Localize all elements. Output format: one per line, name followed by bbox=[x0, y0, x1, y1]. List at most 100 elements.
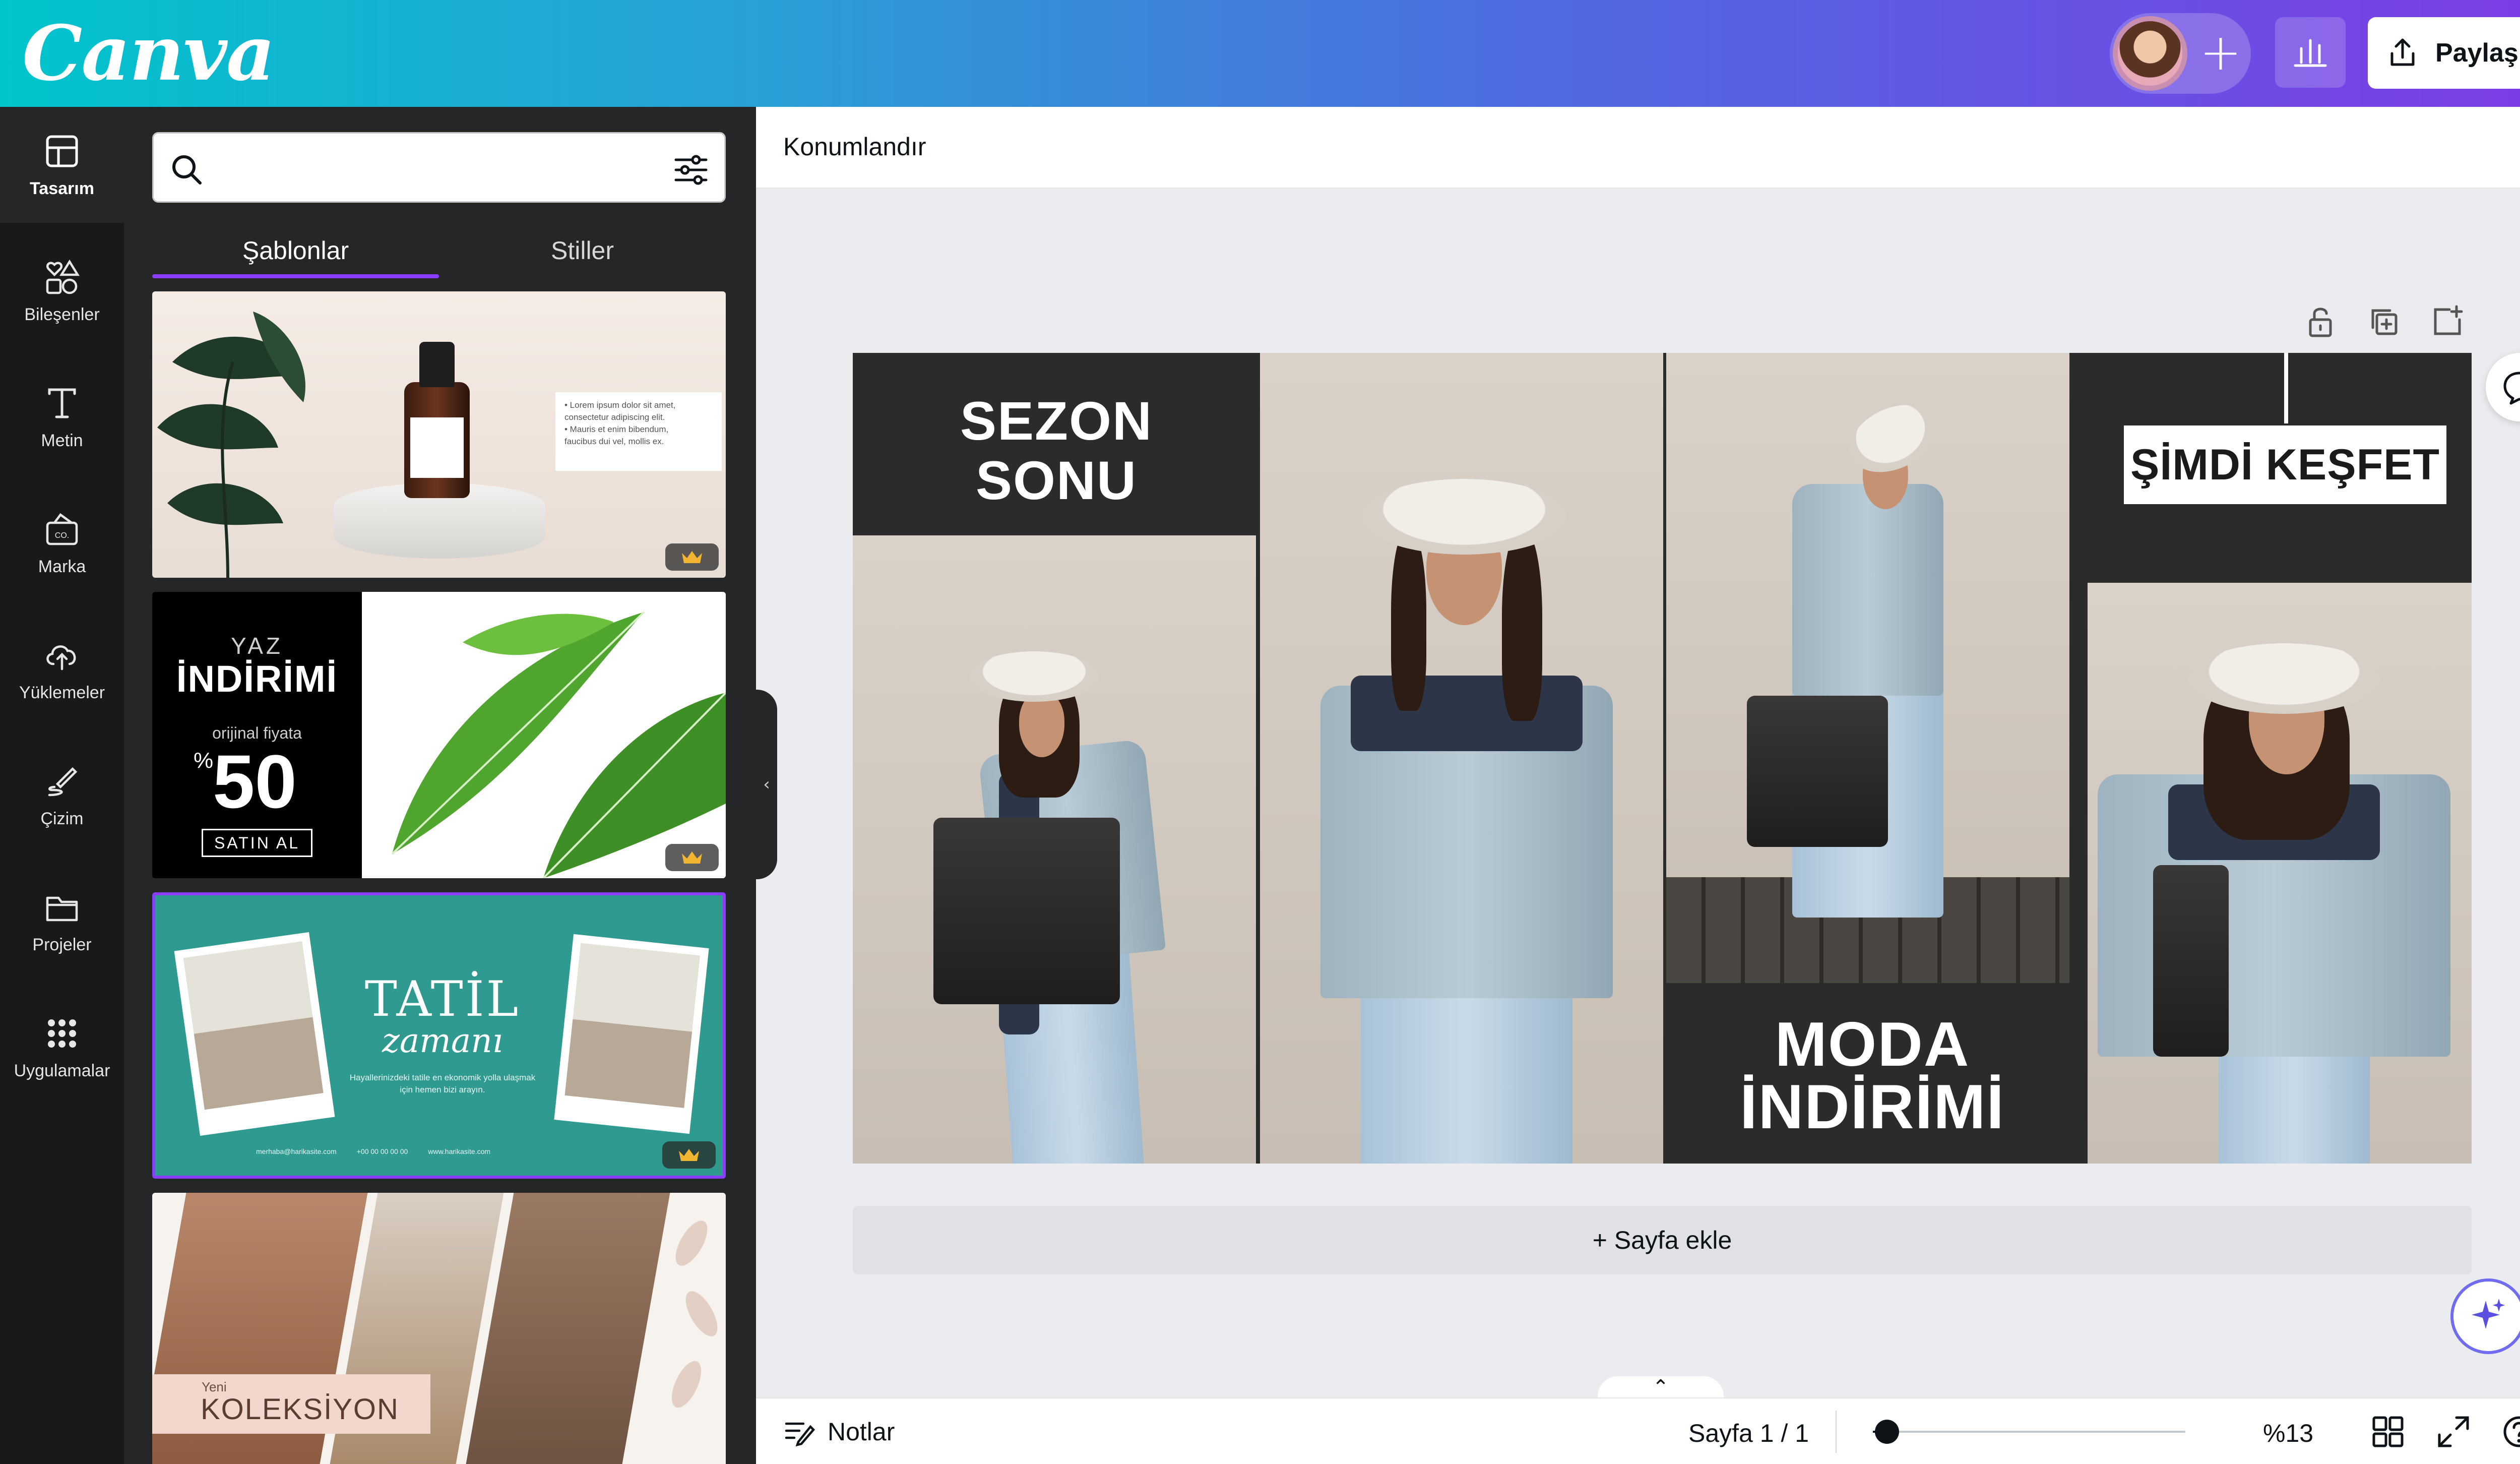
left-rail: Tasarım Bileşenler Metin CO. Marka Yükle… bbox=[0, 107, 124, 1464]
page-indicator[interactable]: Sayfa 1 / 1 bbox=[1688, 1419, 1809, 1448]
plus-icon[interactable]: + bbox=[2195, 27, 2246, 78]
note-line: consectetur adipiscing elit. bbox=[564, 412, 665, 422]
sale-cta: SATIN AL bbox=[202, 829, 312, 857]
cta-box[interactable]: ŞİMDİ KEŞFET bbox=[2124, 425, 2446, 504]
context-toolbar: Konumlandır bbox=[756, 107, 2520, 189]
zoom-level[interactable]: %13 bbox=[2263, 1419, 2313, 1448]
add-comment-button[interactable] bbox=[2486, 353, 2520, 421]
sale-percent-sign: % bbox=[194, 748, 214, 773]
fashion-photo bbox=[466, 1193, 670, 1464]
rail-label: Tasarım bbox=[30, 178, 94, 198]
template-thumbnail-koleksiyon[interactable]: Yeni KOLEKSİYON bbox=[152, 1193, 726, 1464]
design-column-1: SEZON SONU bbox=[853, 353, 1260, 1164]
zoom-slider[interactable] bbox=[1873, 1420, 2185, 1444]
design-page[interactable]: SEZON SONU MODA İNDİRİMİ ŞİMDİ KEŞFET bbox=[853, 353, 2472, 1164]
template-notes: • Lorem ipsum dolor sit amet, consectetu… bbox=[555, 392, 722, 471]
contact-phone: +00 00 00 00 00 bbox=[356, 1147, 408, 1155]
rail-label: Çizim bbox=[40, 809, 84, 828]
design-column-3: MODA İNDİRİMİ bbox=[1663, 353, 2082, 1164]
avatar[interactable] bbox=[2113, 16, 2187, 91]
sale-title: İNDİRİMİ bbox=[176, 658, 338, 700]
travel-title: TATİL bbox=[364, 971, 521, 1027]
unlock-icon[interactable] bbox=[2300, 301, 2341, 342]
cta-hanger-line bbox=[2284, 353, 2288, 423]
filter-icon[interactable] bbox=[672, 151, 710, 189]
collaborators-group[interactable]: + bbox=[2110, 13, 2251, 94]
rail-item-text[interactable]: Metin bbox=[0, 359, 124, 475]
crown-icon bbox=[679, 1149, 699, 1161]
photo-woman-bag[interactable] bbox=[853, 535, 1256, 1164]
rail-label: Uygulamalar bbox=[14, 1061, 110, 1080]
rail-item-apps[interactable]: Uygulamalar bbox=[0, 989, 124, 1105]
template-search[interactable] bbox=[152, 132, 726, 203]
photo-woman-standing[interactable] bbox=[1666, 353, 2069, 983]
chevron-left-icon: ‹ bbox=[763, 774, 770, 795]
note-line: • Lorem ipsum dolor sit amet, bbox=[564, 400, 676, 410]
duplicate-page-icon[interactable] bbox=[2364, 301, 2404, 342]
template-thumbnail-serum[interactable]: • Lorem ipsum dolor sit amet, consectetu… bbox=[152, 291, 726, 578]
analytics-icon bbox=[2294, 39, 2327, 67]
position-button[interactable]: Konumlandır bbox=[783, 132, 926, 161]
headline-line: İNDİRİMİ bbox=[1740, 1072, 2005, 1142]
rail-item-brand[interactable]: CO. Marka bbox=[0, 485, 124, 601]
canva-logo[interactable]: Canva bbox=[22, 9, 275, 98]
design-column-4: ŞİMDİ KEŞFET bbox=[2082, 353, 2472, 1164]
travel-description: Hayallerinizdeki tatile en ekonomik yoll… bbox=[349, 1073, 536, 1094]
rail-item-projects[interactable]: Projeler bbox=[0, 863, 124, 979]
crown-icon bbox=[682, 551, 702, 563]
template-thumbnail-tatil[interactable]: TATİL zamanı Hayallerinizdeki tatile en … bbox=[152, 892, 726, 1179]
contact-web: www.harikasite.com bbox=[428, 1147, 491, 1155]
rail-item-uploads[interactable]: Yüklemeler bbox=[0, 611, 124, 727]
apps-grid-icon bbox=[48, 1019, 76, 1048]
rail-item-elements[interactable]: Bileşenler bbox=[0, 233, 124, 349]
panel-tabs: Şablonlar Stiller bbox=[152, 223, 726, 278]
rail-label: Yüklemeler bbox=[19, 683, 105, 702]
rail-item-design[interactable]: Tasarım bbox=[0, 107, 124, 223]
fullscreen-icon[interactable] bbox=[2434, 1413, 2473, 1451]
notes-label: Notlar bbox=[828, 1418, 895, 1446]
rail-label: Bileşenler bbox=[24, 304, 100, 324]
design-column-2 bbox=[1260, 353, 1663, 1164]
headline-moda-indirimi[interactable]: MODA İNDİRİMİ bbox=[1663, 1013, 2082, 1138]
share-icon bbox=[2390, 38, 2415, 66]
top-header: Canva + Paylaş bbox=[0, 0, 2520, 107]
collapse-panel-handle[interactable]: ‹ bbox=[756, 690, 777, 879]
travel-subtitle: zamanı bbox=[382, 1021, 503, 1060]
add-page-button[interactable]: + Sayfa ekle bbox=[853, 1206, 2472, 1274]
page-strip-toggle[interactable]: ⌃ bbox=[1598, 1376, 1724, 1399]
headline-line: MODA bbox=[1775, 1010, 1970, 1079]
magic-assistant-button[interactable] bbox=[2450, 1278, 2520, 1354]
crown-icon bbox=[682, 851, 702, 864]
zoom-slider-handle[interactable] bbox=[1875, 1420, 1900, 1444]
grid-view-icon[interactable] bbox=[2369, 1413, 2407, 1451]
headline-line: SEZON bbox=[960, 390, 1153, 451]
cta-label: ŞİMDİ KEŞFET bbox=[2130, 440, 2440, 489]
premium-crown-badge bbox=[665, 844, 719, 871]
tab-templates[interactable]: Şablonlar bbox=[152, 223, 439, 278]
sale-value: 50 bbox=[213, 739, 297, 824]
rail-label: Marka bbox=[38, 557, 86, 576]
sale-text-block: YAZ İNDİRİMİ orijinal fiyata % 50 SATIN … bbox=[152, 592, 362, 878]
template-thumbnail-yaz-indirimi[interactable]: YAZ İNDİRİMİ orijinal fiyata % 50 SATIN … bbox=[152, 592, 726, 878]
rail-label: Metin bbox=[41, 431, 83, 450]
draw-icon bbox=[48, 767, 78, 796]
add-page-icon[interactable] bbox=[2427, 301, 2468, 342]
headline-line: SONU bbox=[975, 450, 1138, 511]
analytics-button[interactable] bbox=[2275, 17, 2346, 88]
tab-styles[interactable]: Stiller bbox=[439, 223, 726, 278]
help-icon[interactable] bbox=[2500, 1413, 2520, 1451]
serum-bottle bbox=[404, 342, 470, 498]
rail-item-draw[interactable]: Çizim bbox=[0, 737, 124, 853]
share-label: Paylaş bbox=[2435, 38, 2518, 68]
headline-sezon-sonu[interactable]: SEZON SONU bbox=[853, 391, 1260, 510]
brand-icon: CO. bbox=[46, 513, 78, 545]
search-input[interactable] bbox=[219, 149, 643, 189]
share-button[interactable]: Paylaş bbox=[2368, 17, 2520, 89]
photo-woman-hat-right[interactable] bbox=[2088, 583, 2472, 1164]
search-icon bbox=[172, 155, 202, 185]
leaf-decoration bbox=[671, 1221, 718, 1408]
photo-woman-hat-center[interactable] bbox=[1260, 353, 1663, 1164]
collection-title: KOLEKSİYON bbox=[201, 1393, 399, 1426]
notes-button[interactable]: Notlar bbox=[783, 1416, 895, 1448]
leaves-illustration bbox=[362, 592, 726, 878]
